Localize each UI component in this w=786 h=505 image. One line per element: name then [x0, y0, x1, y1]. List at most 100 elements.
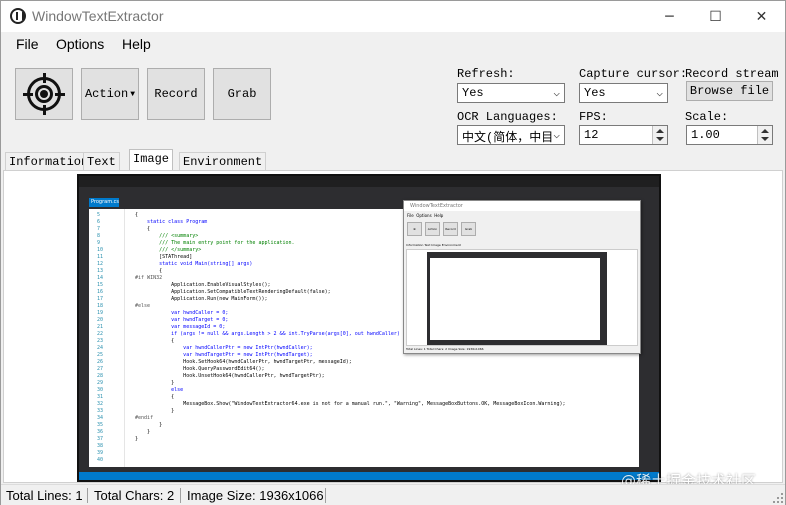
dropdown-arrow-icon: ▼ — [130, 89, 136, 99]
line-number: 17 — [97, 296, 104, 302]
nested-window-title: WindowTextExtractor — [404, 201, 640, 211]
line-number: 13 — [97, 268, 104, 274]
code-line: } — [129, 422, 163, 428]
nested-status: Total Lines: 1 Total Chars: 2 Image Size… — [406, 347, 484, 351]
line-number: 28 — [97, 373, 104, 379]
code-line: [STAThread] — [129, 254, 193, 260]
line-number: 12 — [97, 261, 104, 267]
code-line: { — [129, 226, 151, 232]
line-number: 35 — [97, 422, 104, 428]
line-number: 37 — [97, 436, 104, 442]
action-button[interactable]: Action ▼ — [81, 68, 139, 120]
fps-value: 12 — [584, 128, 599, 142]
refresh-select[interactable]: Yes ⌵ — [457, 83, 565, 103]
grab-button[interactable]: Grab — [213, 68, 271, 120]
browse-file-button[interactable]: Browse file — [686, 81, 773, 101]
code-line: MessageBox.Show("WindowTextExtractor64.e… — [129, 401, 566, 407]
scale-value: 1.00 — [691, 128, 720, 142]
nested-target-button: ⊕ — [407, 222, 422, 236]
title-bar[interactable]: WindowTextExtractor ─ ☐ ✕ — [1, 1, 785, 32]
window-title: WindowTextExtractor — [32, 8, 164, 24]
line-number: 33 — [97, 408, 104, 414]
line-number: 19 — [97, 310, 104, 316]
line-number: 24 — [97, 345, 104, 351]
code-line: var hwndTarget = 0; — [129, 317, 229, 323]
app-icon — [10, 8, 26, 24]
captured-status-bar — [79, 472, 659, 480]
fps-spin-buttons[interactable] — [652, 126, 667, 144]
code-line: else — [129, 387, 184, 393]
nested-tabs: Information Text Image Environment — [406, 243, 461, 247]
close-button[interactable]: ✕ — [739, 1, 784, 32]
captured-editor-tab: Program.cs — [89, 198, 120, 207]
line-number: 5 — [97, 212, 101, 218]
code-line: var hwndCallerPtr = new IntPtr(hwndCalle… — [129, 345, 313, 351]
scale-label: Scale: — [685, 110, 729, 124]
refresh-value: Yes — [462, 86, 484, 100]
line-number: 31 — [97, 394, 104, 400]
capture-cursor-value: Yes — [584, 86, 606, 100]
chevron-down-icon: ⌵ — [553, 88, 560, 100]
code-line: Application.EnableVisualStyles(); — [129, 282, 271, 288]
menu-help[interactable]: Help — [122, 36, 151, 52]
code-line: /// The main entry point for the applica… — [129, 240, 295, 246]
capture-cursor-select[interactable]: Yes ⌵ — [579, 83, 668, 103]
nested-grab-button: Grab — [461, 222, 476, 236]
main-window: WindowTextExtractor ─ ☐ ✕ File Options H… — [0, 0, 786, 505]
tab-image[interactable]: Image — [129, 149, 174, 171]
line-number: 7 — [97, 226, 101, 232]
line-number: 38 — [97, 443, 104, 449]
tab-information[interactable]: Information — [5, 152, 93, 171]
code-line: } — [129, 436, 139, 442]
captured-right-sidebar — [641, 198, 659, 468]
captured-left-sidebar — [79, 198, 89, 468]
menu-options[interactable]: Options — [56, 36, 104, 52]
code-line: { — [129, 338, 175, 344]
code-line: Application.Run(new MainForm()); — [129, 296, 268, 302]
record-button[interactable]: Record — [147, 68, 205, 120]
scale-spin-buttons[interactable] — [757, 126, 772, 144]
code-line: /// </summary> — [129, 247, 202, 253]
nested-menu: File Options Help — [407, 213, 444, 218]
line-number: 34 — [97, 415, 104, 421]
code-line: } — [129, 429, 151, 435]
line-number: 16 — [97, 289, 104, 295]
nested-panel — [406, 249, 638, 346]
code-line: static void Main(string[] args) — [129, 261, 253, 267]
code-line: #if WIN32 — [129, 275, 163, 281]
line-number: 8 — [97, 233, 101, 239]
line-number: 14 — [97, 275, 104, 281]
target-button[interactable] — [15, 68, 73, 120]
code-line: var messageId = 0; — [129, 324, 226, 330]
resize-grip-icon[interactable] — [773, 493, 783, 503]
nested-inner-image — [427, 252, 607, 345]
line-number-gutter: 5 6 7 8 9 10 11 12 13 14 15 16 17 18 19 20 21 22 23 24 25 26 2… — [89, 209, 125, 467]
code-line: if (args != null && args.Length > 2 && i… — [129, 331, 409, 337]
total-lines-status: Total Lines: 1 — [6, 488, 83, 503]
chevron-down-icon: ⌵ — [656, 88, 663, 100]
menu-file[interactable]: File — [16, 36, 39, 52]
code-line: /// <summary> — [129, 233, 199, 239]
code-line: { — [129, 212, 139, 218]
code-line: { — [129, 268, 163, 274]
line-number: 40 — [97, 457, 104, 463]
chevron-down-icon: ⌵ — [553, 130, 560, 142]
minimize-button[interactable]: ─ — [647, 1, 692, 32]
code-line: var hwndCaller = 0; — [129, 310, 229, 316]
ocr-languages-select[interactable]: 中文(简体，中目 ⌵ — [457, 125, 565, 145]
status-separator — [325, 488, 326, 503]
tab-environment[interactable]: Environment — [179, 152, 267, 171]
line-number: 21 — [97, 324, 104, 330]
code-line: Hook.SetHook64(hwndCallerPtr, hwndTarget… — [129, 359, 352, 365]
tab-text[interactable]: Text — [83, 152, 120, 171]
line-number: 6 — [97, 219, 101, 225]
line-number: 27 — [97, 366, 104, 372]
line-number: 29 — [97, 380, 104, 386]
line-number: 25 — [97, 352, 104, 358]
line-number: 23 — [97, 338, 104, 344]
maximize-button[interactable]: ☐ — [693, 1, 738, 32]
status-separator — [180, 488, 181, 503]
scale-stepper[interactable]: 1.00 — [686, 125, 773, 145]
fps-stepper[interactable]: 12 — [579, 125, 668, 145]
captured-image[interactable]: Program.cs 5 6 7 8 9 10 11 12 13 14 15 16 17 18 19 20 21… — [77, 174, 661, 482]
